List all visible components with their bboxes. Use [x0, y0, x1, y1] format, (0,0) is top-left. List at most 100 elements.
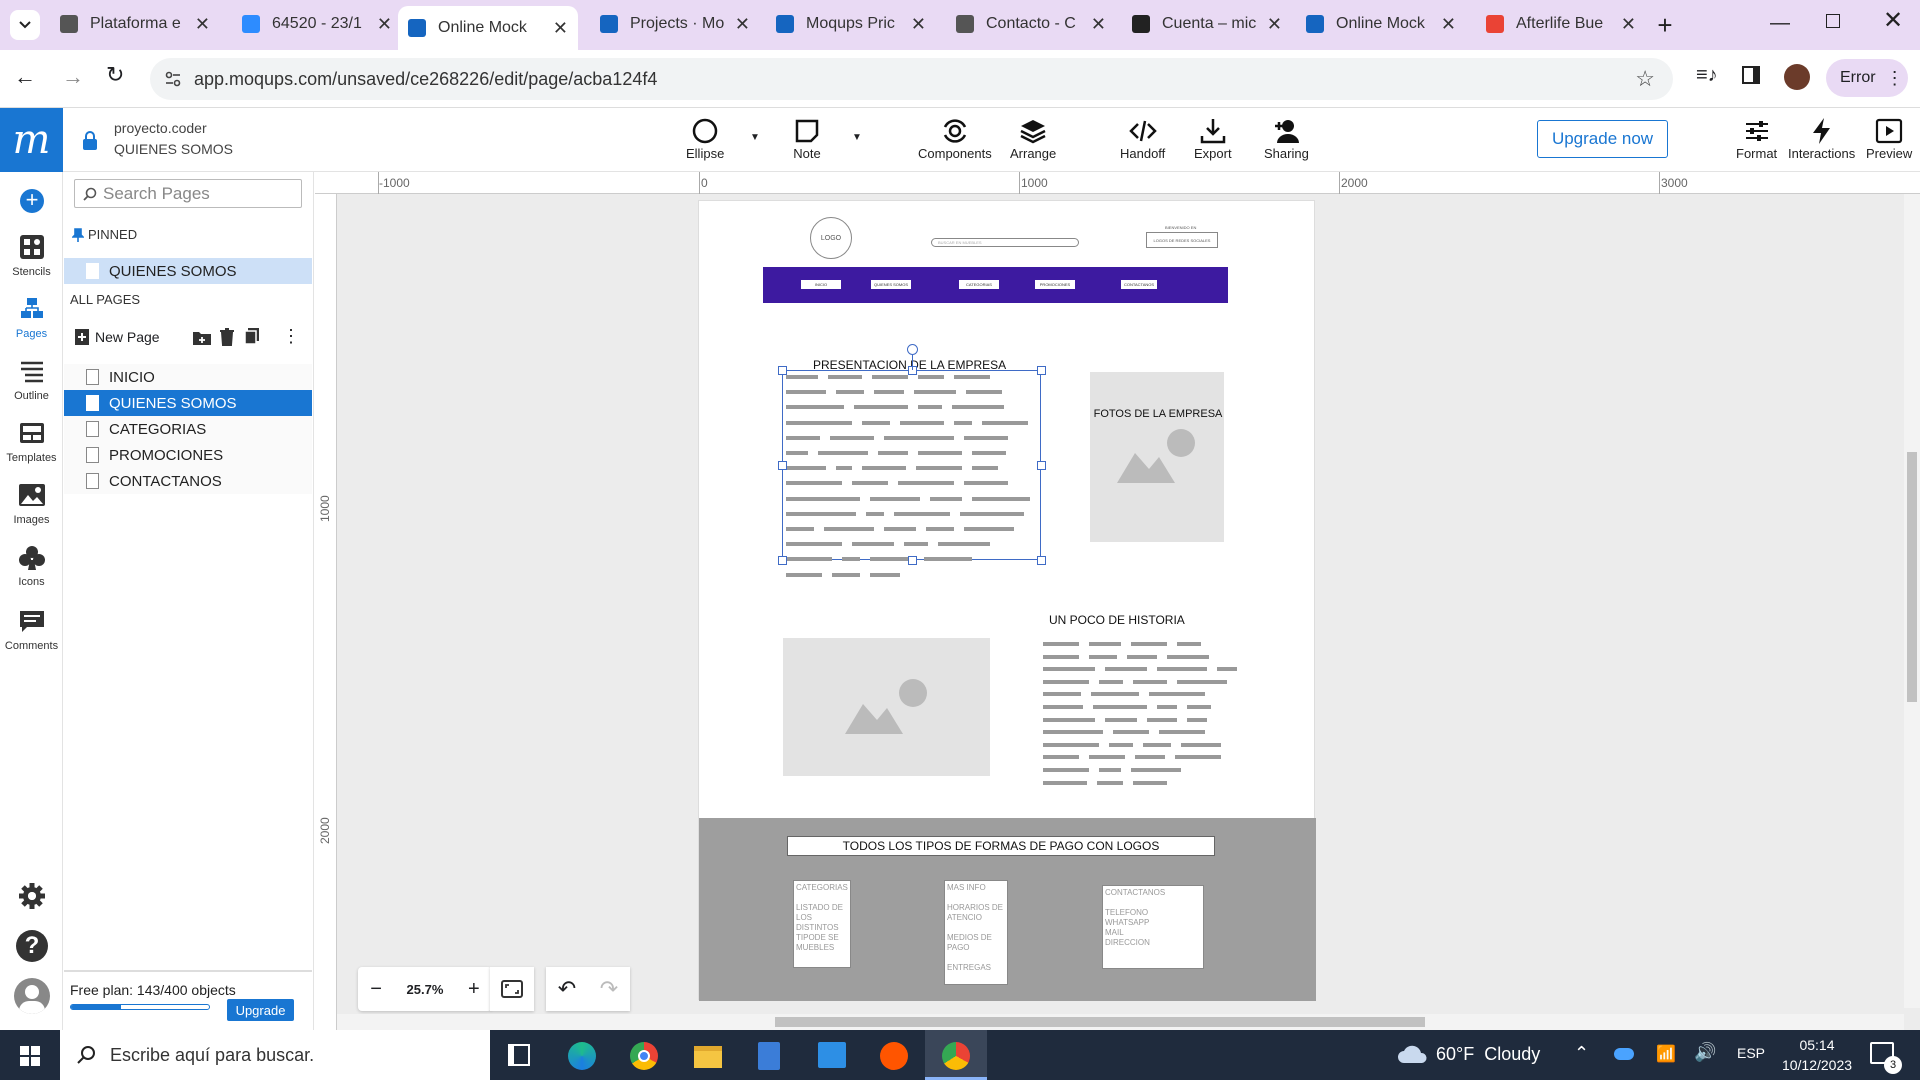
more-options-icon[interactable]: ⋮ — [282, 326, 300, 347]
history-image-placeholder[interactable] — [783, 638, 990, 776]
browser-tab[interactable]: Online Mock ✕ — [398, 6, 578, 50]
side-panel-icon[interactable] — [1742, 66, 1760, 84]
mockup-nav-item[interactable]: QUIENES SOMOS — [871, 280, 911, 289]
ellipse-tool[interactable]: Ellipse — [686, 116, 724, 161]
network-icon[interactable]: 📶 — [1656, 1044, 1676, 1064]
footer-box-categorias[interactable]: CATEGORIAS LISTADO DE LOS DISTINTOS TIPO… — [793, 880, 851, 968]
new-page-button[interactable]: New Page — [74, 328, 160, 346]
page-list-item[interactable]: QUIENES SOMOS — [64, 390, 312, 416]
payment-methods-box[interactable]: TODOS LOS TIPOS DE FORMAS DE PAGO CON LO… — [787, 836, 1215, 856]
preview-tool[interactable]: Preview — [1866, 116, 1912, 161]
page-list-item[interactable]: INICIO — [64, 364, 312, 390]
close-tab-icon[interactable]: ✕ — [553, 18, 568, 39]
media-control-icon[interactable]: ≡♪ — [1696, 64, 1718, 87]
arrange-tool[interactable]: Arrange — [1010, 116, 1056, 161]
resize-handle[interactable] — [1037, 461, 1046, 470]
footer-box-contactanos[interactable]: CONTACTANOS TELEFONO WHATSAPP MAIL DIREC… — [1102, 885, 1204, 969]
mockup-nav-item[interactable]: INICIO — [801, 280, 841, 289]
pinned-page-item[interactable]: QUIENES SOMOS — [64, 258, 312, 284]
profile-avatar[interactable] — [1784, 64, 1810, 90]
components-tool[interactable]: Components — [918, 116, 992, 161]
close-tab-icon[interactable]: ✕ — [377, 14, 392, 35]
fit-to-screen-button[interactable] — [490, 967, 534, 1011]
rail-templates[interactable]: Templates — [0, 420, 63, 464]
taskbar-search[interactable]: Escribe aquí para buscar. — [60, 1030, 490, 1080]
mockup-logo[interactable]: LOGO — [810, 217, 852, 259]
resize-handle[interactable] — [907, 556, 917, 565]
rotate-handle[interactable] — [906, 344, 918, 355]
add-button[interactable]: + — [20, 189, 44, 213]
resize-handle[interactable] — [778, 366, 787, 375]
note-tool[interactable]: Note — [792, 116, 822, 161]
page-list-item[interactable]: CATEGORIAS — [64, 416, 312, 442]
close-tab-icon[interactable]: ✕ — [1441, 14, 1456, 35]
photos-placeholder[interactable]: FOTOS DE LA EMPRESA — [1090, 372, 1224, 542]
close-tab-icon[interactable]: ✕ — [911, 14, 926, 35]
resize-handle[interactable] — [778, 461, 787, 470]
new-folder-icon[interactable] — [192, 330, 212, 346]
chrome-icon[interactable] — [630, 1042, 658, 1070]
zoom-out-button[interactable]: − — [370, 978, 382, 1001]
site-settings-icon[interactable] — [164, 70, 182, 88]
close-tab-icon[interactable]: ✕ — [735, 14, 750, 35]
design-canvas[interactable]: -1000 0 1000 2000 3000 1000 2000 LOGO BU… — [315, 172, 1920, 1030]
chrome-active-taskbar[interactable] — [925, 1030, 987, 1080]
clock[interactable]: 05:14 10/12/2023 — [1774, 1035, 1860, 1075]
mockup-search[interactable]: BUSCAR EN MUEBLES — [931, 238, 1079, 247]
new-tab-button[interactable]: + — [1648, 8, 1682, 42]
zoom-level[interactable]: 25.7% — [407, 982, 444, 997]
help-icon[interactable]: ? — [16, 930, 48, 962]
sharing-tool[interactable]: Sharing — [1264, 116, 1309, 161]
language-indicator[interactable]: ESP — [1737, 1045, 1765, 1061]
address-bar[interactable]: app.moqups.com/unsaved/ce268226/edit/pag… — [150, 58, 1673, 100]
upgrade-button[interactable]: Upgrade — [227, 999, 294, 1021]
volume-icon[interactable]: 🔊 — [1694, 1042, 1716, 1063]
mockup-nav-item[interactable]: CATEGORIAS — [959, 280, 999, 289]
rail-icons[interactable]: Icons — [0, 544, 63, 588]
reload-button[interactable]: ↻ — [106, 62, 124, 88]
browser-tab[interactable]: Afterlife Bue ✕ — [1476, 6, 1646, 42]
redo-icon[interactable]: ↷ — [600, 976, 618, 1002]
rail-images[interactable]: Images — [0, 482, 63, 526]
ellipse-dropdown-icon[interactable]: ▼ — [750, 132, 760, 143]
windows-start-icon[interactable] — [20, 1046, 40, 1066]
mockup-nav-item[interactable]: CONTACTANOS — [1121, 280, 1157, 289]
browser-tab[interactable]: Projects · Mo ✕ — [590, 6, 760, 42]
close-window-button[interactable]: ✕ — [1883, 6, 1903, 35]
close-tab-icon[interactable]: ✕ — [1091, 14, 1106, 35]
presentation-text-block[interactable] — [782, 370, 1041, 577]
bookmark-star-icon[interactable]: ☆ — [1635, 66, 1655, 92]
tab-list-button[interactable] — [10, 10, 40, 40]
resize-handle[interactable] — [1037, 366, 1046, 375]
duplicate-icon[interactable] — [244, 327, 260, 345]
scrollbar-thumb-h[interactable] — [775, 1017, 1425, 1027]
minimize-window-button[interactable]: — — [1770, 12, 1790, 35]
note-dropdown-icon[interactable]: ▼ — [852, 132, 862, 143]
mockup-social-box[interactable]: LOGOS DE REDES SOCIALES — [1146, 232, 1218, 248]
edge-icon[interactable] — [568, 1042, 596, 1070]
profile-error-button[interactable]: Error ⋮ — [1826, 59, 1908, 97]
rail-outline[interactable]: Outline — [0, 358, 63, 402]
delete-icon[interactable] — [219, 328, 235, 346]
page-list-item[interactable]: CONTACTANOS — [64, 468, 312, 494]
rail-comments[interactable]: Comments — [0, 608, 63, 652]
lock-icon[interactable] — [82, 131, 98, 151]
calculator-icon[interactable] — [758, 1042, 780, 1070]
remote-desktop-icon[interactable] — [818, 1042, 846, 1068]
close-tab-icon[interactable]: ✕ — [1267, 14, 1282, 35]
footer-box-mas-info[interactable]: MAS INFO HORARIOS DE ATENCIO MEDIOS DE P… — [944, 880, 1008, 985]
tray-chevron-icon[interactable]: ⌃ — [1574, 1043, 1589, 1064]
forward-button[interactable]: → — [62, 64, 84, 90]
handoff-tool[interactable]: Handoff — [1120, 116, 1165, 161]
close-tab-icon[interactable]: ✕ — [195, 14, 210, 35]
soundcloud-icon[interactable] — [880, 1042, 908, 1070]
browser-tab[interactable]: Moqups Pric ✕ — [766, 6, 936, 42]
restore-window-button[interactable] — [1826, 14, 1840, 28]
scrollbar-thumb-v[interactable] — [1907, 452, 1917, 702]
history-title[interactable]: UN POCO DE HISTORIA — [1049, 613, 1185, 627]
browser-tab[interactable]: 64520 - 23/1 ✕ — [232, 6, 402, 42]
file-explorer-icon[interactable] — [694, 1046, 722, 1068]
export-tool[interactable]: Export — [1194, 116, 1232, 161]
resize-handle[interactable] — [778, 556, 787, 565]
mockup-page[interactable]: LOGO BUSCAR EN MUEBLES BIENVENIDO EN LOG… — [698, 200, 1316, 1001]
